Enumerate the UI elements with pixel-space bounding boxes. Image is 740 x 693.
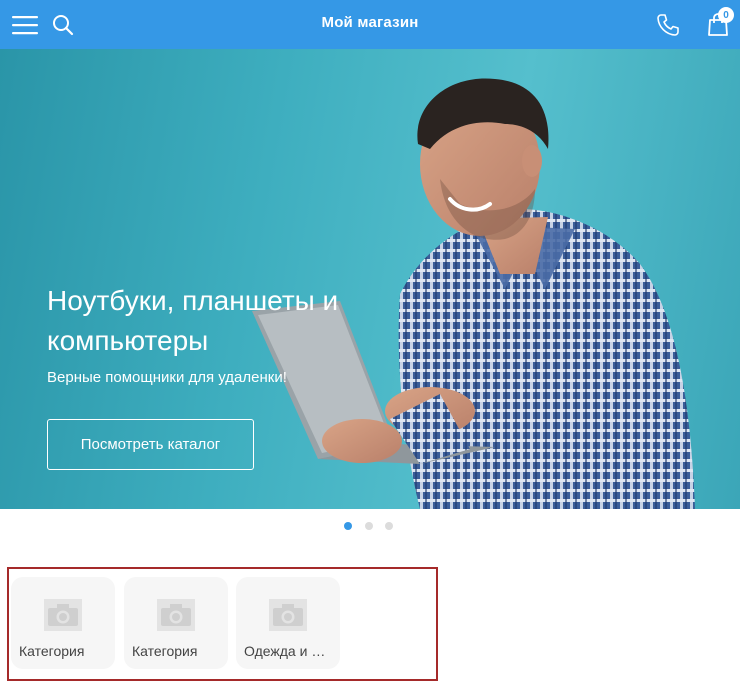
- category-label: Категория: [132, 643, 198, 659]
- category-card-3[interactable]: Одежда и обувь: [236, 577, 340, 669]
- app-header: Мой магазин 0: [0, 0, 740, 49]
- cart-button[interactable]: [700, 0, 736, 49]
- camera-icon: [157, 599, 195, 631]
- category-card-1[interactable]: Категория: [11, 577, 115, 669]
- store-title: Мой магазин: [321, 14, 419, 31]
- cart-count-badge: 0: [718, 7, 734, 23]
- category-label: Категория: [19, 643, 85, 659]
- phone-icon: [657, 13, 679, 36]
- promo-banner[interactable]: Ноутбуки, планшеты и компьютеры Верные п…: [0, 49, 740, 509]
- category-card-2[interactable]: Категория: [124, 577, 228, 669]
- view-catalog-button[interactable]: Посмотреть каталог: [47, 419, 254, 470]
- category-label: Одежда и обувь: [244, 643, 332, 659]
- slider-dot-3[interactable]: [385, 522, 393, 530]
- camera-icon: [269, 599, 307, 631]
- banner-subline: Верные помощники для удаленки!: [47, 369, 287, 386]
- slider-dots: [0, 522, 740, 532]
- phone-button[interactable]: [653, 0, 683, 49]
- banner-headline: Ноутбуки, планшеты и компьютеры: [47, 285, 339, 356]
- slider-dot-1[interactable]: [344, 522, 352, 530]
- slider-dot-2[interactable]: [365, 522, 373, 530]
- camera-icon: [44, 599, 82, 631]
